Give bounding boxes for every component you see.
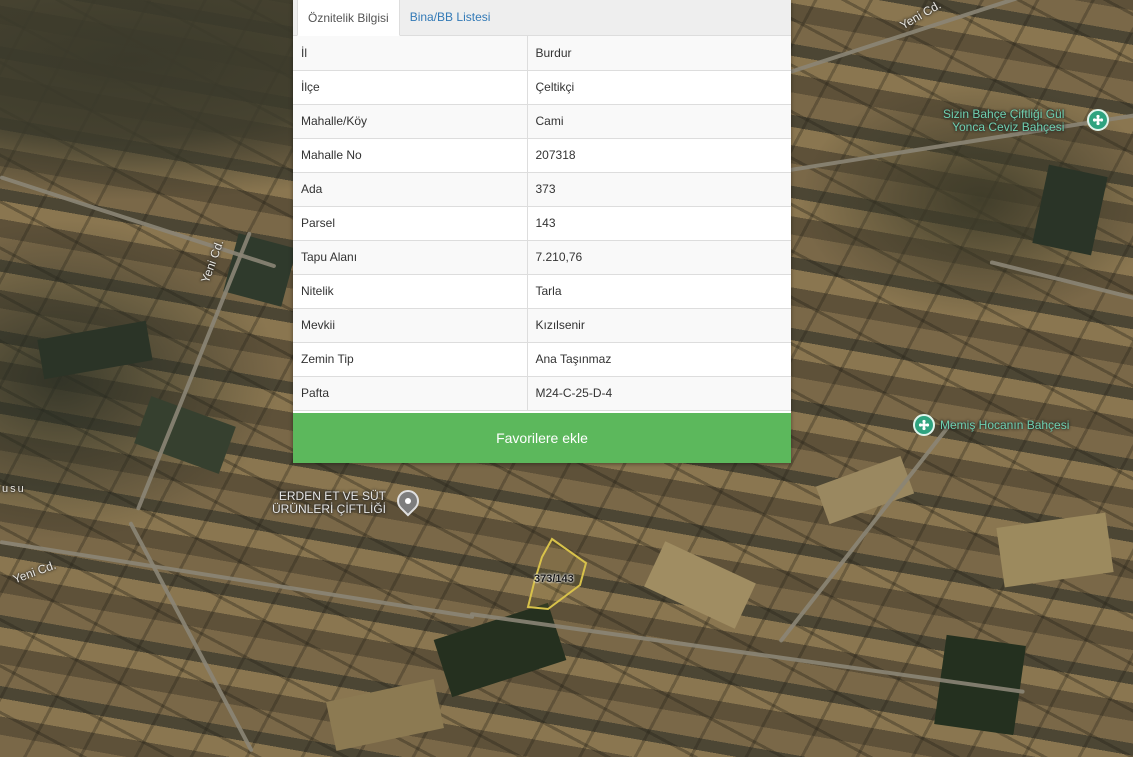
attribute-key: Tapu Alanı (293, 240, 528, 275)
map-road (778, 420, 954, 644)
add-to-favorites-button[interactable]: Favorilere ekle (293, 413, 791, 463)
table-row: Mevkii Kızılsenir (293, 308, 791, 343)
road-label: Yeni Cd. (10, 557, 58, 587)
map-field (326, 679, 444, 751)
map-road (989, 260, 1133, 301)
attribute-value: 143 (527, 206, 791, 241)
map-road (128, 521, 254, 753)
attribute-key: Nitelik (293, 274, 528, 309)
flower-icon[interactable] (1087, 109, 1109, 131)
map-field (1032, 164, 1108, 256)
map-field (37, 320, 153, 380)
tab-building-list[interactable]: Bina/BB Listesi (400, 0, 501, 35)
table-row: Mahalle/Köy Cami (293, 104, 791, 139)
panel-tabs: Öznitelik Bilgisi Bina/BB Listesi (293, 0, 791, 36)
attribute-value: Cami (527, 104, 791, 139)
flower-icon[interactable] (913, 414, 935, 436)
poi-sizin-bahce[interactable]: Sizin Bahçe Çiftliği Gül Yonca Ceviz Bah… (943, 108, 1064, 134)
attribute-table: İl Burdur İlçe Çeltikçi Mahalle/Köy Cami Mahal… (293, 36, 791, 411)
attribute-key: Zemin Tip (293, 342, 528, 377)
attribute-key: Mahalle No (293, 138, 528, 173)
attribute-value: M24-C-25-D-4 (527, 376, 791, 411)
parcel-label: 373/143 (534, 573, 574, 585)
attribute-key: Mevkii (293, 308, 528, 343)
poi-erden-et-ciftligi[interactable]: ERDEN ET VE SÜT ÜRÜNLERİ ÇİFTLİĞİ (272, 490, 386, 516)
table-row: Tapu Alanı 7.210,76 (293, 240, 791, 275)
attribute-value: Çeltikçi (527, 70, 791, 105)
attribute-key: İlçe (293, 70, 528, 105)
attribute-panel: Öznitelik Bilgisi Bina/BB Listesi İl Burd… (293, 0, 791, 463)
table-row: İlçe Çeltikçi (293, 70, 791, 105)
attribute-key: Parsel (293, 206, 528, 241)
attribute-value: 373 (527, 172, 791, 207)
map-road (789, 0, 1133, 74)
attribute-key: Mahalle/Köy (293, 104, 528, 139)
attribute-value: Burdur (527, 36, 791, 71)
table-row: Mahalle No 207318 (293, 138, 791, 173)
attribute-key: Ada (293, 172, 528, 207)
attribute-value: 207318 (527, 138, 791, 173)
table-row: Zemin Tip Ana Taşınmaz (293, 342, 791, 377)
map-road (135, 231, 252, 511)
table-row: Pafta M24-C-25-D-4 (293, 376, 791, 411)
attribute-value: 7.210,76 (527, 240, 791, 275)
location-pin-icon[interactable] (392, 485, 424, 517)
table-row: İl Burdur (293, 36, 791, 71)
table-row: Parsel 143 (293, 206, 791, 241)
area-label: usu (2, 483, 26, 495)
attribute-key: İl (293, 36, 528, 71)
poi-label: ÜRÜNLERİ ÇİFTLİĞİ (272, 502, 387, 516)
attribute-value: Ana Taşınmaz (527, 342, 791, 377)
table-row: Nitelik Tarla (293, 274, 791, 309)
map-road (0, 175, 277, 269)
attribute-value: Kızılsenir (527, 308, 791, 343)
map-road (0, 540, 475, 620)
table-row: Ada 373 (293, 172, 791, 207)
tab-attribute-info[interactable]: Öznitelik Bilgisi (297, 0, 400, 36)
attribute-key: Pafta (293, 376, 528, 411)
poi-label: Yonca Ceviz Bahçesi (952, 120, 1065, 134)
map-field (644, 541, 756, 629)
map-field (996, 512, 1114, 588)
map-field (134, 396, 236, 474)
attribute-value: Tarla (527, 274, 791, 309)
poi-memis-hocanin-bahcesi[interactable]: Memiş Hocanın Bahçesi (940, 419, 1069, 432)
